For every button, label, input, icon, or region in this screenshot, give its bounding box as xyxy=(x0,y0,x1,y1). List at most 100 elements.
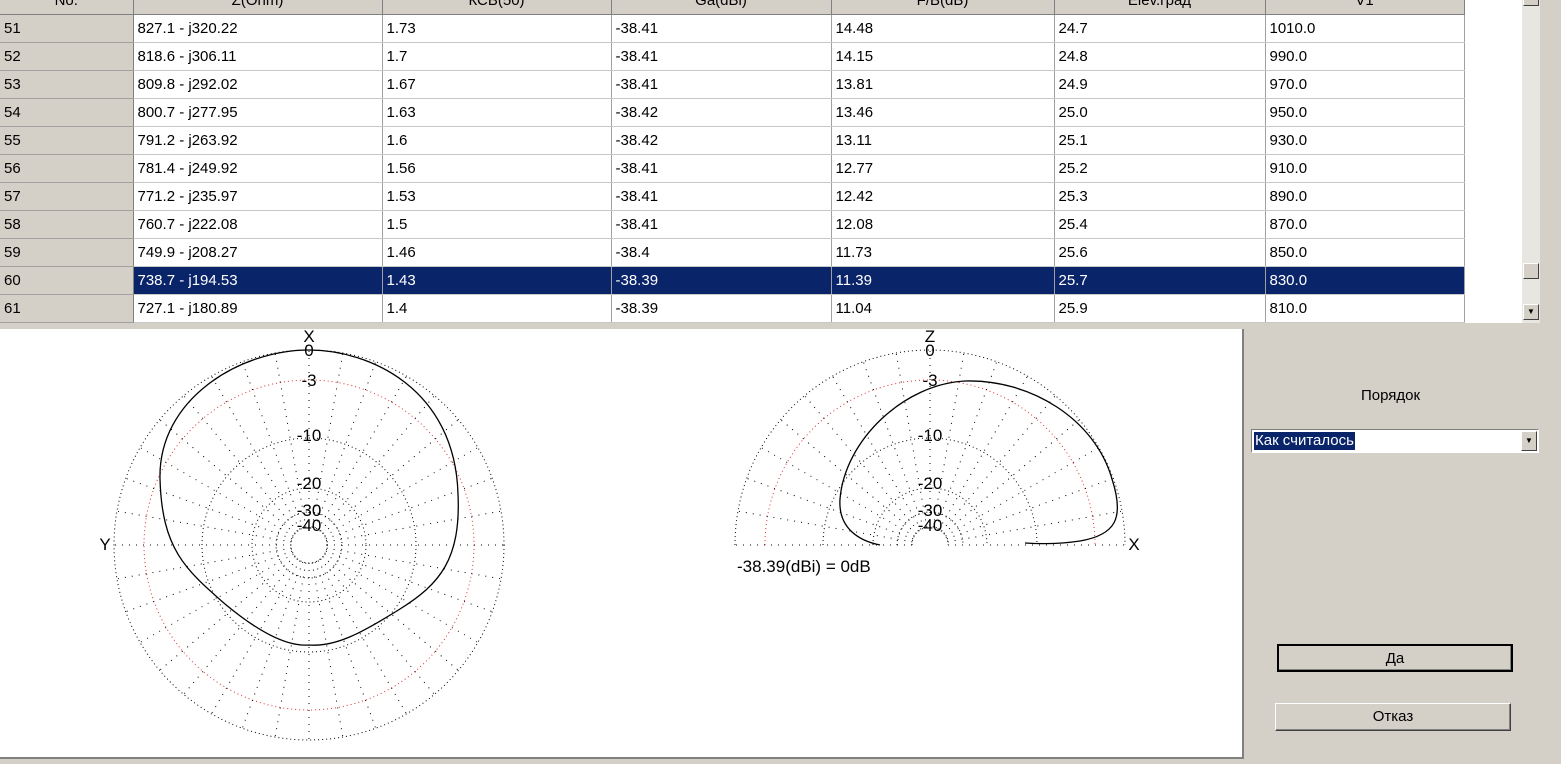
table-cell: 1.63 xyxy=(382,98,612,127)
table-cell: 25.3 xyxy=(1054,182,1266,211)
azimuth-grid-spoke xyxy=(183,395,298,532)
azimuth-grid-spoke xyxy=(211,375,301,530)
table-cell: -38.41 xyxy=(611,154,832,183)
table-row[interactable]: 61 727.1 - j180.89 1.4 -38.39 11.04 25.9 810.0 xyxy=(0,294,1522,323)
row-filler xyxy=(1464,182,1522,211)
row-filler xyxy=(1464,154,1522,183)
cancel-button[interactable]: Отказ xyxy=(1275,703,1511,731)
row-number: 60 xyxy=(0,266,134,295)
table-cell: 25.4 xyxy=(1054,210,1266,239)
elevation-grid-spoke xyxy=(746,477,914,540)
table-row[interactable]: 52 818.6 - j306.11 1.7 -38.41 14.15 24.8 990.0 xyxy=(0,42,1522,71)
row-number: 57 xyxy=(0,182,134,211)
column-header[interactable]: Z(Ohm) xyxy=(133,0,383,15)
table-cell: 827.1 - j320.22 xyxy=(133,14,383,43)
azimuth-grid-spoke xyxy=(314,561,377,729)
row-filler xyxy=(1464,266,1522,295)
table-cell: -38.39 xyxy=(611,294,832,323)
azimuth-ring-label: -10 xyxy=(297,426,322,445)
table-cell: 771.2 - j235.97 xyxy=(133,182,383,211)
azimuth-ring-label: -40 xyxy=(297,516,322,535)
table-cell: 1.46 xyxy=(382,238,612,267)
elevation-ring-label: -20 xyxy=(918,474,943,493)
elevation-ring-label: -40 xyxy=(918,516,943,535)
table-cell: 24.7 xyxy=(1054,14,1266,43)
table-cell: 870.0 xyxy=(1265,210,1465,239)
table-cell: 810.0 xyxy=(1265,294,1465,323)
vertical-scrollbar[interactable]: ▼ xyxy=(1522,0,1540,323)
table-cell: 11.73 xyxy=(831,238,1055,267)
table-cell: 25.1 xyxy=(1054,126,1266,155)
table-cell: 950.0 xyxy=(1265,98,1465,127)
table-row[interactable]: 54 800.7 - j277.95 1.63 -38.42 13.46 25.0 950.… xyxy=(0,98,1522,127)
table-cell: 809.8 - j292.02 xyxy=(133,70,383,99)
column-header[interactable]: КСВ(50) xyxy=(382,0,612,15)
table-cell: 25.0 xyxy=(1054,98,1266,127)
table-cell: 850.0 xyxy=(1265,238,1465,267)
table-cell: 13.81 xyxy=(831,70,1055,99)
order-select[interactable]: Как считалось ▼ xyxy=(1251,429,1539,453)
elevation-grid-spoke xyxy=(938,375,1028,530)
table-row[interactable]: 57 771.2 - j235.97 1.53 -38.41 12.42 25.3 890.… xyxy=(0,182,1522,211)
table-cell: 1.56 xyxy=(382,154,612,183)
table-cell: 791.2 - j263.92 xyxy=(133,126,383,155)
row-filler xyxy=(1464,294,1522,323)
table-cell: 25.7 xyxy=(1054,266,1266,295)
elevation-grid-spoke xyxy=(862,361,925,529)
order-select-value: Как считалось xyxy=(1254,432,1355,450)
column-header[interactable]: Elev.град xyxy=(1054,0,1266,15)
table-cell: 890.0 xyxy=(1265,182,1465,211)
table-cell: 24.8 xyxy=(1054,42,1266,71)
azimuth-grid-spoke xyxy=(116,510,292,543)
table-header-row: No. Z(Ohm) КСВ(50) Ga(dBi) F/B(dB) Elev.град V… xyxy=(0,0,1522,15)
table-cell: -38.41 xyxy=(611,14,832,43)
scroll-thumb[interactable] xyxy=(1523,263,1539,279)
azimuth-pattern-curve xyxy=(159,349,459,646)
azimuth-grid-spoke xyxy=(183,558,298,695)
azimuth-grid-spoke xyxy=(317,375,407,530)
azimuth-left-axis-label: Y xyxy=(99,535,110,554)
row-filler xyxy=(1464,210,1522,239)
radiation-pattern-plots: 0-3-10-20-30-40XY0-3-10-20-30-40ZX xyxy=(99,329,1140,741)
table-cell: -38.41 xyxy=(611,70,832,99)
azimuth-grid-spoke xyxy=(274,562,307,738)
column-header[interactable]: Ga(dBi) xyxy=(611,0,832,15)
elevation-grid-spoke xyxy=(804,395,919,532)
scroll-down-button[interactable]: ▼ xyxy=(1523,304,1539,320)
azimuth-grid-spoke xyxy=(241,561,304,729)
azimuth-grid-spoke xyxy=(125,550,293,613)
table-cell: 13.46 xyxy=(831,98,1055,127)
table-row[interactable]: 58 760.7 - j222.08 1.5 -38.41 12.08 25.4 870.0 xyxy=(0,210,1522,239)
azimuth-grid-spoke xyxy=(116,547,292,580)
table-cell: 749.9 - j208.27 xyxy=(133,238,383,267)
azimuth-grid-spoke xyxy=(241,361,304,529)
column-header[interactable]: No. xyxy=(0,0,134,15)
elevation-grid-spoke xyxy=(935,361,998,529)
column-header[interactable]: F/B(dB) xyxy=(831,0,1055,15)
header-filler xyxy=(1464,0,1522,15)
table-cell: 12.42 xyxy=(831,182,1055,211)
chevron-down-icon[interactable]: ▼ xyxy=(1521,431,1537,451)
reference-gain-label: -38.39(dBi) = 0dB xyxy=(737,557,871,576)
scroll-up-button[interactable] xyxy=(1523,0,1539,6)
table-row[interactable]: 55 791.2 - j263.92 1.6 -38.42 13.11 25.1 930.0 xyxy=(0,126,1522,155)
table-row[interactable]: 51 827.1 - j320.22 1.73 -38.41 14.48 24.7 1010… xyxy=(0,14,1522,43)
ok-button[interactable]: Да xyxy=(1277,644,1513,672)
elevation-grid-spoke xyxy=(737,510,913,543)
column-header[interactable]: V1 xyxy=(1265,0,1465,15)
results-table[interactable]: No. Z(Ohm) КСВ(50) Ga(dBi) F/B(dB) Elev.град V… xyxy=(0,0,1522,323)
table-cell: 1.6 xyxy=(382,126,612,155)
radiation-pattern-panel: 0 -3 -10 -20 -30 -40 X Y 0 -3 -10 -20 -30 -40 Z X -38.3… xyxy=(0,329,1244,759)
table-cell: 25.6 xyxy=(1054,238,1266,267)
row-number: 52 xyxy=(0,42,134,71)
row-number: 59 xyxy=(0,238,134,267)
table-row[interactable]: 53 809.8 - j292.02 1.67 -38.41 13.81 24.9 970.… xyxy=(0,70,1522,99)
row-filler xyxy=(1464,238,1522,267)
table-row[interactable]: 60 738.7 - j194.53 1.43 -38.39 11.39 25.7 830.… xyxy=(0,266,1522,295)
table-cell: 14.15 xyxy=(831,42,1055,71)
table-cell: 738.7 - j194.53 xyxy=(133,266,383,295)
table-cell: 760.7 - j222.08 xyxy=(133,210,383,239)
azimuth-grid-spoke xyxy=(320,395,435,532)
table-row[interactable]: 59 749.9 - j208.27 1.46 -38.4 11.73 25.6 850.0 xyxy=(0,238,1522,267)
table-row[interactable]: 56 781.4 - j249.92 1.56 -38.41 12.77 25.2 910.… xyxy=(0,154,1522,183)
